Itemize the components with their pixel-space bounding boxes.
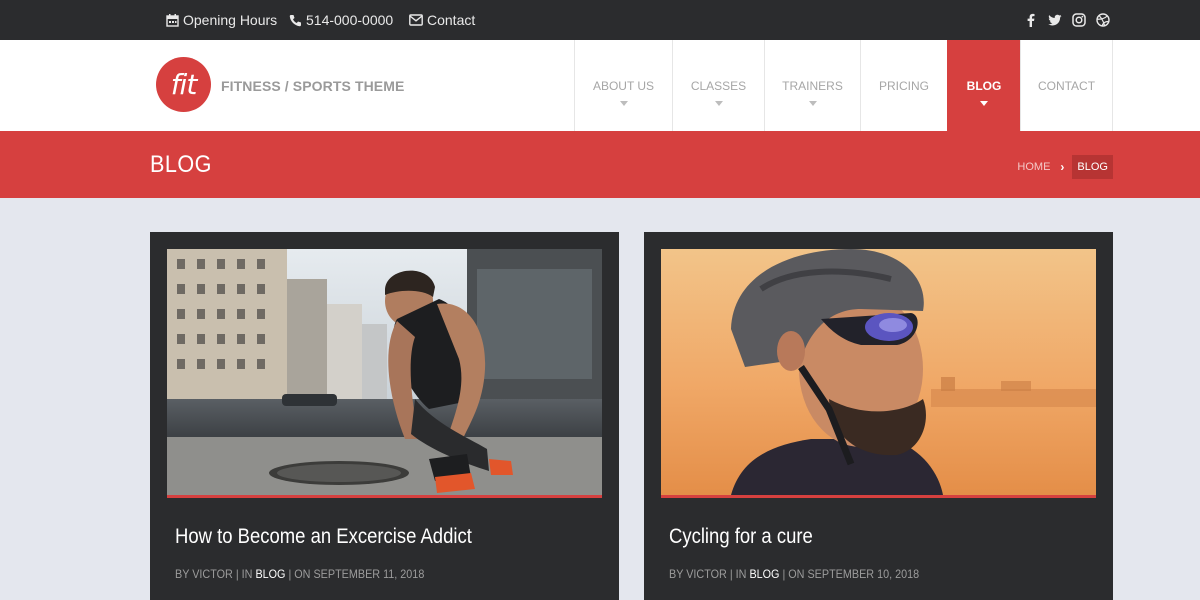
post-category-link[interactable]: BLOG bbox=[255, 567, 285, 581]
opening-hours-label: Opening Hours bbox=[183, 12, 278, 28]
post-meta: BY VICTOR | IN BLOG | ON SEPTEMBER 11, 2… bbox=[175, 567, 424, 581]
blog-post-card: How to Become an Excercise Addict BY VIC… bbox=[150, 232, 619, 600]
breadcrumb-home-link[interactable]: HOME bbox=[1017, 161, 1050, 173]
caret-down-icon bbox=[714, 101, 723, 106]
nav-item-trainers[interactable]: TRAINERS bbox=[764, 40, 860, 131]
social-links bbox=[1024, 0, 1110, 40]
page-title: BLOG bbox=[150, 151, 212, 178]
nav-item-label: BLOG bbox=[966, 79, 1002, 93]
opening-hours-link[interactable]: Opening Hours bbox=[166, 0, 277, 40]
main-nav: ABOUT US CLASSES TRAINERS PRICING BLOG C… bbox=[574, 40, 1113, 131]
breadcrumb: HOME › BLOG bbox=[1017, 155, 1113, 179]
nav-item-label: PRICING bbox=[878, 79, 929, 93]
caret-down-icon bbox=[619, 101, 628, 106]
nav-item-label: CLASSES bbox=[690, 79, 747, 93]
post-category-link[interactable]: BLOG bbox=[749, 567, 779, 581]
site-logo[interactable]: fit bbox=[156, 57, 211, 112]
phone-number: 514-000-0000 bbox=[306, 12, 394, 28]
contact-link[interactable]: Contact bbox=[409, 0, 475, 40]
caret-down-icon bbox=[808, 101, 817, 106]
post-meta: BY VICTOR | IN BLOG | ON SEPTEMBER 10, 2… bbox=[669, 567, 919, 581]
caret-down-icon bbox=[980, 101, 988, 106]
calendar-icon bbox=[166, 13, 179, 27]
envelope-icon bbox=[409, 14, 423, 26]
site-tagline: FITNESS / SPORTS THEME bbox=[221, 78, 405, 94]
nav-item-classes[interactable]: CLASSES bbox=[672, 40, 764, 131]
post-title[interactable]: How to Become an Excercise Addict bbox=[175, 525, 472, 549]
post-date: | ON SEPTEMBER 11, 2018 bbox=[285, 567, 425, 581]
phone-icon bbox=[289, 14, 302, 27]
nav-item-label: ABOUT US bbox=[592, 79, 655, 93]
site-header: fit FITNESS / SPORTS THEME ABOUT US CLAS… bbox=[0, 40, 1200, 131]
post-title[interactable]: Cycling for a cure bbox=[669, 525, 813, 549]
post-image-cyclist[interactable] bbox=[661, 249, 1096, 495]
nav-item-label: TRAINERS bbox=[782, 79, 843, 93]
dribbble-icon[interactable] bbox=[1096, 13, 1110, 27]
nav-item-about-us[interactable]: ABOUT US bbox=[574, 40, 672, 131]
post-author: BY VICTOR | IN bbox=[669, 567, 750, 581]
twitter-icon[interactable] bbox=[1048, 13, 1062, 27]
post-date: | ON SEPTEMBER 10, 2018 bbox=[779, 567, 920, 581]
image-accent-bar bbox=[661, 495, 1096, 498]
phone-link[interactable]: 514-000-0000 bbox=[289, 0, 393, 40]
blog-post-card: Cycling for a cure BY VICTOR | IN BLOG |… bbox=[644, 232, 1113, 600]
nav-item-label: CONTACT bbox=[1037, 79, 1096, 93]
image-accent-bar bbox=[167, 495, 602, 498]
nav-item-blog[interactable]: BLOG bbox=[947, 40, 1020, 131]
nav-item-pricing[interactable]: PRICING bbox=[860, 40, 947, 131]
post-image-runner[interactable] bbox=[167, 249, 602, 495]
facebook-icon[interactable] bbox=[1024, 13, 1038, 27]
post-author: BY VICTOR | IN bbox=[175, 567, 256, 581]
contact-label: Contact bbox=[427, 12, 476, 28]
top-bar: Opening Hours 514-000-0000 Contact bbox=[0, 0, 1200, 40]
nav-item-contact[interactable]: CONTACT bbox=[1020, 40, 1113, 131]
page-banner: BLOG HOME › BLOG bbox=[0, 131, 1200, 198]
chevron-right-icon: › bbox=[1060, 160, 1065, 174]
breadcrumb-current: BLOG bbox=[1072, 155, 1113, 179]
instagram-icon[interactable] bbox=[1072, 13, 1086, 27]
